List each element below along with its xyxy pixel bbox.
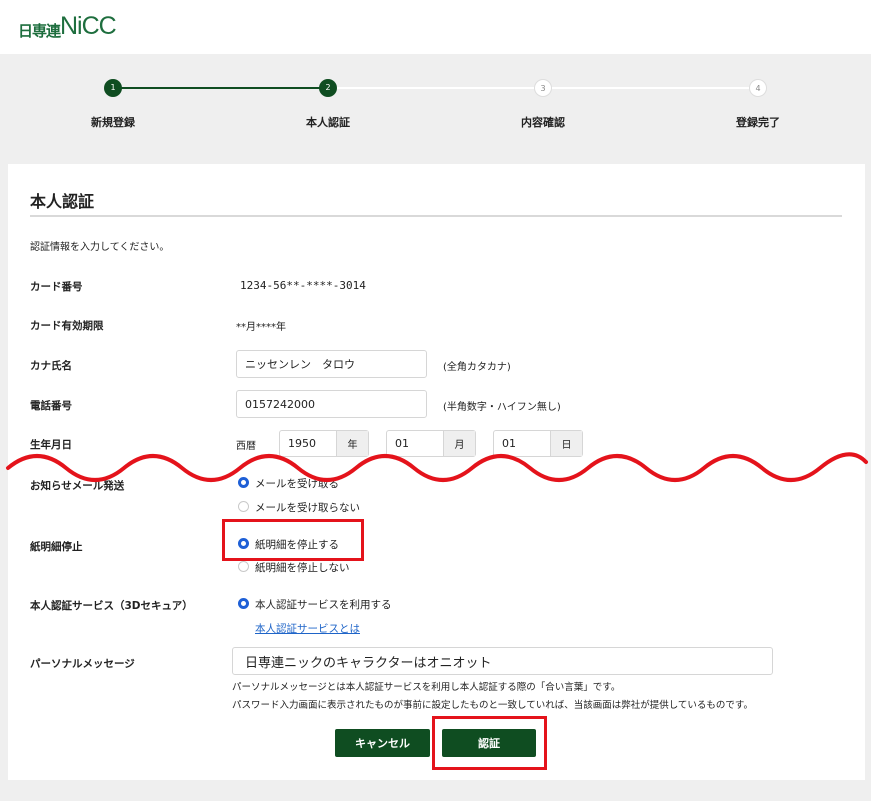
kana-name-hint: (全角カタカナ) [443, 362, 511, 373]
step-2-label: 本人認証 [306, 116, 350, 129]
expiry-value: **月****年 [236, 322, 286, 333]
page-title: 本人認証 [30, 192, 95, 211]
personal-message-note-2: パスワード入力画面に表示されたものが事前に設定したものと一致していれば、当該画面… [232, 700, 753, 711]
mail-decline-radio[interactable] [238, 501, 249, 512]
logo-jp: 日専連 [18, 22, 61, 40]
statement-keep-label[interactable]: 紙明細を停止しない [255, 560, 350, 575]
phone-label: 電話番号 [30, 400, 72, 412]
phone-input[interactable]: 0157242000 [236, 390, 427, 418]
highlight-box-statement [222, 519, 364, 561]
secure-label: 本人認証サービス（3Dセキュア） [30, 600, 193, 612]
step-2-dot: 2 [319, 79, 337, 97]
torn-wave-annotation [6, 452, 868, 482]
card-number-value: 1234-56**-****-3014 [240, 279, 366, 292]
expiry-label: カード有効期限 [30, 320, 104, 332]
secure-use-label[interactable]: 本人認証サービスを利用する [255, 597, 392, 612]
kana-name-label: カナ氏名 [30, 360, 72, 372]
mail-decline-label[interactable]: メールを受け取らない [255, 500, 360, 515]
step-1-label: 新規登録 [91, 116, 135, 129]
step-line-done [113, 87, 328, 89]
personal-message-label: パーソナルメッセージ [30, 658, 135, 670]
step-4-dot: 4 [749, 79, 767, 97]
secure-use-radio[interactable] [238, 598, 249, 609]
logo-en: NiCC [60, 12, 117, 40]
card-number-label: カード番号 [30, 281, 83, 293]
phone-hint: (半角数字・ハイフン無し) [443, 402, 561, 413]
kana-name-value: ニッセンレン タロウ [245, 358, 355, 371]
statement-keep-radio[interactable] [238, 561, 249, 572]
phone-value: 0157242000 [245, 397, 315, 411]
step-1-dot: 1 [104, 79, 122, 97]
secure-info-link[interactable]: 本人認証サービスとは [255, 621, 360, 636]
kana-name-input[interactable]: ニッセンレン タロウ [236, 350, 427, 378]
personal-message-note-1: パーソナルメッセージとは本人認証サービスを利用し本人認証する際の「合い言葉」です… [232, 682, 621, 693]
personal-message-value: 日専連ニックのキャラクターはオニオット [245, 655, 492, 671]
title-divider [30, 215, 842, 217]
statement-label: 紙明細停止 [30, 541, 83, 553]
cancel-button[interactable]: キャンセル [335, 729, 430, 757]
step-3-dot: 3 [534, 79, 552, 97]
instruction-text: 認証情報を入力してください。 [30, 242, 170, 253]
personal-message-input[interactable]: 日専連ニックのキャラクターはオニオット [232, 647, 773, 675]
highlight-box-submit [432, 716, 547, 770]
step-3-label: 内容確認 [521, 116, 565, 129]
step-4-label: 登録完了 [736, 116, 780, 129]
